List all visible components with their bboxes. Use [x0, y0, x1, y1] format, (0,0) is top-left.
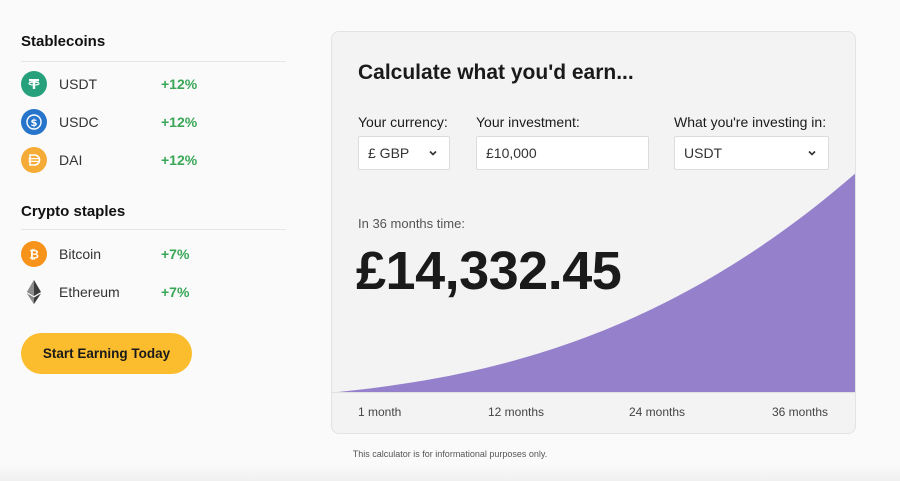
ethereum-icon [21, 279, 47, 305]
timeline-label: 36 months [772, 405, 829, 419]
investment-input[interactable]: £10,000 [476, 136, 649, 170]
svg-text:$: $ [31, 118, 38, 129]
coin-row-usdc[interactable]: $ USDC +12% [21, 103, 286, 141]
page-footer-fade [0, 465, 900, 481]
usdc-icon: $ [21, 109, 47, 135]
coin-name: USDC [59, 114, 99, 130]
growth-curve [338, 173, 855, 392]
coin-row-ethereum[interactable]: Ethereum +7% [21, 273, 286, 311]
investment-label: Your investment: [476, 114, 580, 130]
disclaimer-text: This calculator is for informational pur… [352, 449, 548, 459]
coin-rate: +12% [161, 76, 198, 92]
start-earning-button[interactable]: Start Earning Today [21, 333, 192, 374]
currency-select[interactable]: £ GBP [358, 136, 450, 170]
investment-value: £10,000 [486, 145, 537, 161]
divider [21, 61, 286, 62]
bitcoin-icon: ₿ [21, 241, 47, 267]
timeline-label: 24 months [629, 405, 686, 419]
tether-icon [21, 71, 47, 97]
dai-icon [21, 147, 47, 173]
chevron-down-icon [808, 150, 816, 156]
coin-name: USDT [59, 76, 98, 92]
coin-name: Ethereum [59, 284, 120, 300]
coin-row-bitcoin[interactable]: ₿ Bitcoin +7% [21, 235, 286, 273]
coin-name: Bitcoin [59, 246, 102, 262]
currency-label: Your currency: [358, 114, 448, 130]
crypto-staples-heading: Crypto staples [21, 203, 126, 220]
svg-text:₿: ₿ [29, 248, 39, 262]
currency-value: £ GBP [368, 145, 410, 161]
earnings-calculator-card: Calculate what you'd earn... Your curren… [331, 31, 856, 434]
coin-rate: +7% [161, 246, 190, 262]
coin-rate: +12% [161, 114, 198, 130]
stablecoins-heading: Stablecoins [21, 33, 106, 50]
calculator-title: Calculate what you'd earn... [358, 61, 634, 84]
chevron-down-icon [429, 150, 437, 156]
timeline-divider [332, 392, 855, 393]
timeline-label: 1 month [358, 405, 402, 419]
coin-row-usdt[interactable]: USDT +12% [21, 65, 286, 103]
coin-name: DAI [59, 152, 83, 168]
asset-label: What you're investing in: [674, 114, 827, 130]
projected-value: £14,332.45 [356, 241, 622, 301]
timeline-label: 12 months [488, 405, 545, 419]
coin-rate: +7% [161, 284, 190, 300]
coin-rate: +12% [161, 152, 198, 168]
asset-value: USDT [684, 145, 723, 161]
projection-period-label: In 36 months time: [358, 216, 465, 231]
divider [21, 229, 286, 230]
asset-select[interactable]: USDT [674, 136, 829, 170]
coin-row-dai[interactable]: DAI +12% [21, 141, 286, 179]
